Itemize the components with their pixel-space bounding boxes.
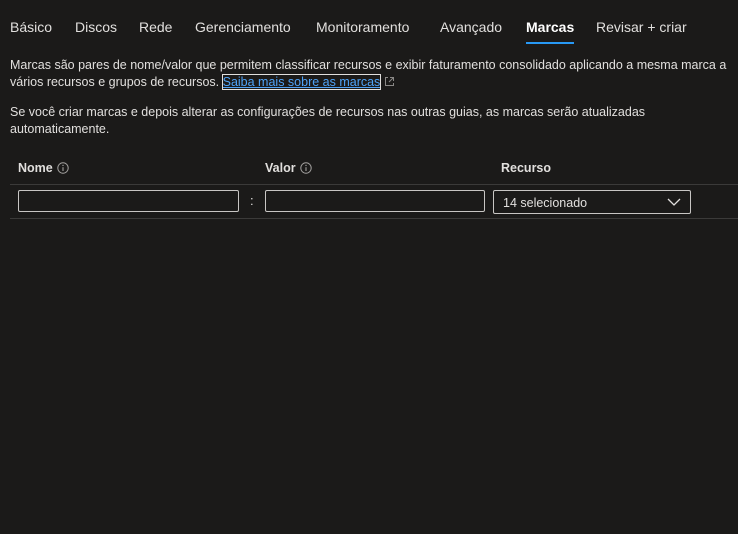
column-header-recurso: Recurso [501,160,551,176]
column-label-valor: Valor [265,161,296,175]
description-line-2: vários recursos e grupos de recursos. [10,75,220,89]
column-label-nome: Nome [18,161,53,175]
tab-monitoramento[interactable]: Monitoramento [316,18,409,36]
tab-revisar-criar[interactable]: Revisar + criar [596,18,687,36]
tag-name-input[interactable] [18,190,239,212]
note-line-1: Se você criar marcas e depois alterar as… [10,105,646,119]
tab-rede[interactable]: Rede [139,18,172,36]
tags-description: Marcas são pares de nome/valor que permi… [10,57,726,91]
info-icon[interactable] [299,162,312,174]
description-line-2-wrap: vários recursos e grupos de recursos. Sa… [10,74,726,91]
description-line-1: Marcas são pares de nome/valor que permi… [10,58,727,72]
note-line-2: automaticamente. [10,122,110,136]
name-value-separator: : [250,193,254,208]
chevron-down-icon [667,198,681,206]
resource-selected-value: 14 selecionado [503,196,588,210]
tab-gerenciamento[interactable]: Gerenciamento [195,18,291,36]
learn-more-link[interactable]: Saiba mais sobre as marcas [221,74,382,90]
info-icon[interactable] [57,162,69,174]
tab-marcas[interactable]: Marcas [526,18,575,44]
column-header-nome: Nome [18,160,69,176]
resource-dropdown[interactable]: 14 selecionado [493,190,691,214]
tab-avancado[interactable]: Avançado [440,18,502,36]
tab-discos[interactable]: Discos [75,18,117,36]
external-link-icon [385,77,395,86]
table-header-divider [10,184,738,185]
tags-update-note: Se você criar marcas e depois alterar as… [10,104,645,138]
tab-basico[interactable]: Básico [10,18,52,36]
column-label-recurso: Recurso [501,161,552,175]
tags-page: Básico Discos Rede Gerenciamento Monitor… [0,0,738,534]
column-header-valor: Valor [265,160,312,176]
table-row-divider [10,218,738,219]
tag-value-input[interactable] [265,190,485,212]
